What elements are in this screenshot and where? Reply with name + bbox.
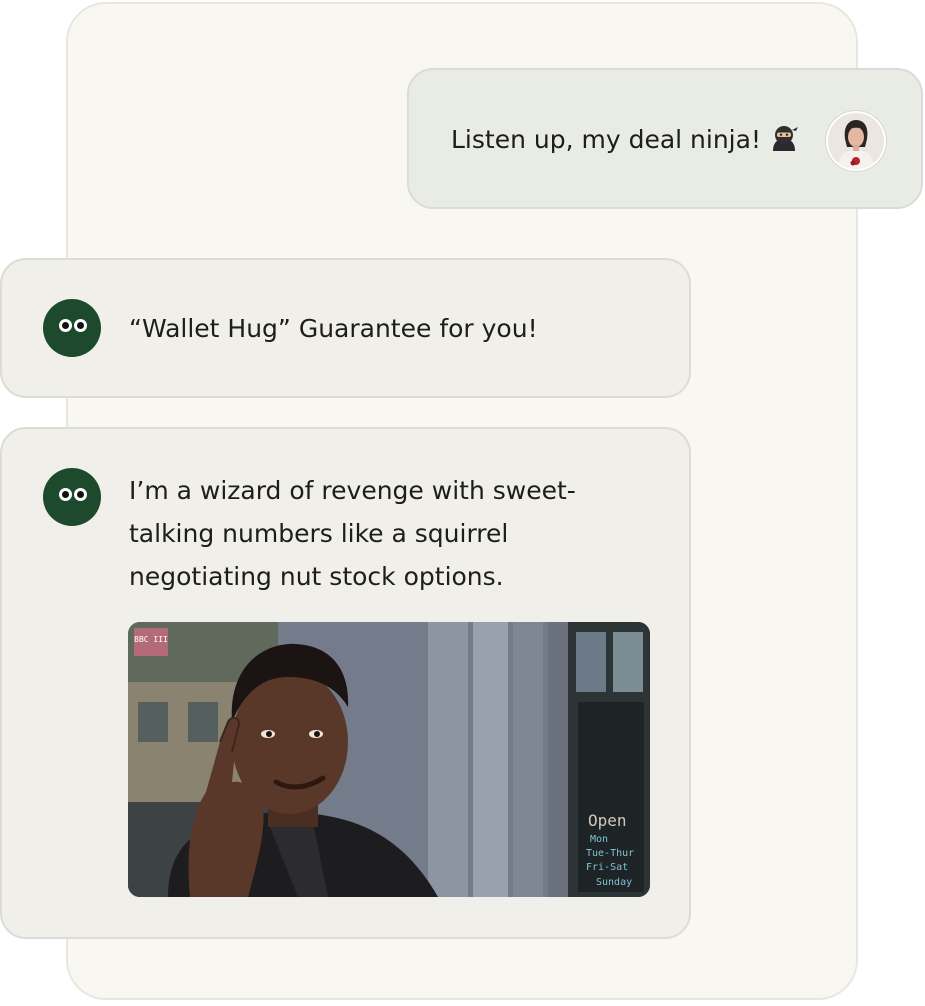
chat-showcase: Listen up, my deal ninja! “Wallet Hug” G… [0, 0, 925, 1006]
bot-eye-right [74, 488, 87, 501]
bot-eye-left [59, 319, 72, 332]
bot-message-bubble: “Wallet Hug” Guarantee for you! [0, 258, 691, 398]
user-avatar [826, 111, 886, 171]
user-message-bubble: Listen up, my deal ninja! [407, 68, 923, 209]
bot-avatar-icon [43, 468, 101, 526]
bot-message-text: I’m a wizard of revenge with sweet-talki… [129, 476, 576, 591]
sign-line: Fri-Sat [586, 862, 628, 873]
bot-message-bubble: I’m a wizard of revenge with sweet-talki… [0, 427, 691, 939]
channel-badge: BBC III [134, 635, 168, 644]
meme-gif-image[interactable]: BBC III Open Mon Tue-Thur Fri-Sat Sunday [128, 622, 650, 897]
sign-line: Tue-Thur [586, 848, 634, 859]
sign-line: Sunday [596, 877, 632, 888]
sign-line: Open [588, 811, 627, 830]
sign-line: Mon [590, 834, 608, 845]
bot-message-text: “Wallet Hug” Guarantee for you! [129, 314, 538, 343]
ninja-emoji-icon [769, 124, 799, 152]
bot-avatar-icon [43, 299, 101, 357]
user-message-label: Listen up, my deal ninja! [451, 124, 761, 154]
bot-eye-right [74, 319, 87, 332]
bot-eye-left [59, 488, 72, 501]
user-message-text: Listen up, my deal ninja! [451, 124, 799, 154]
